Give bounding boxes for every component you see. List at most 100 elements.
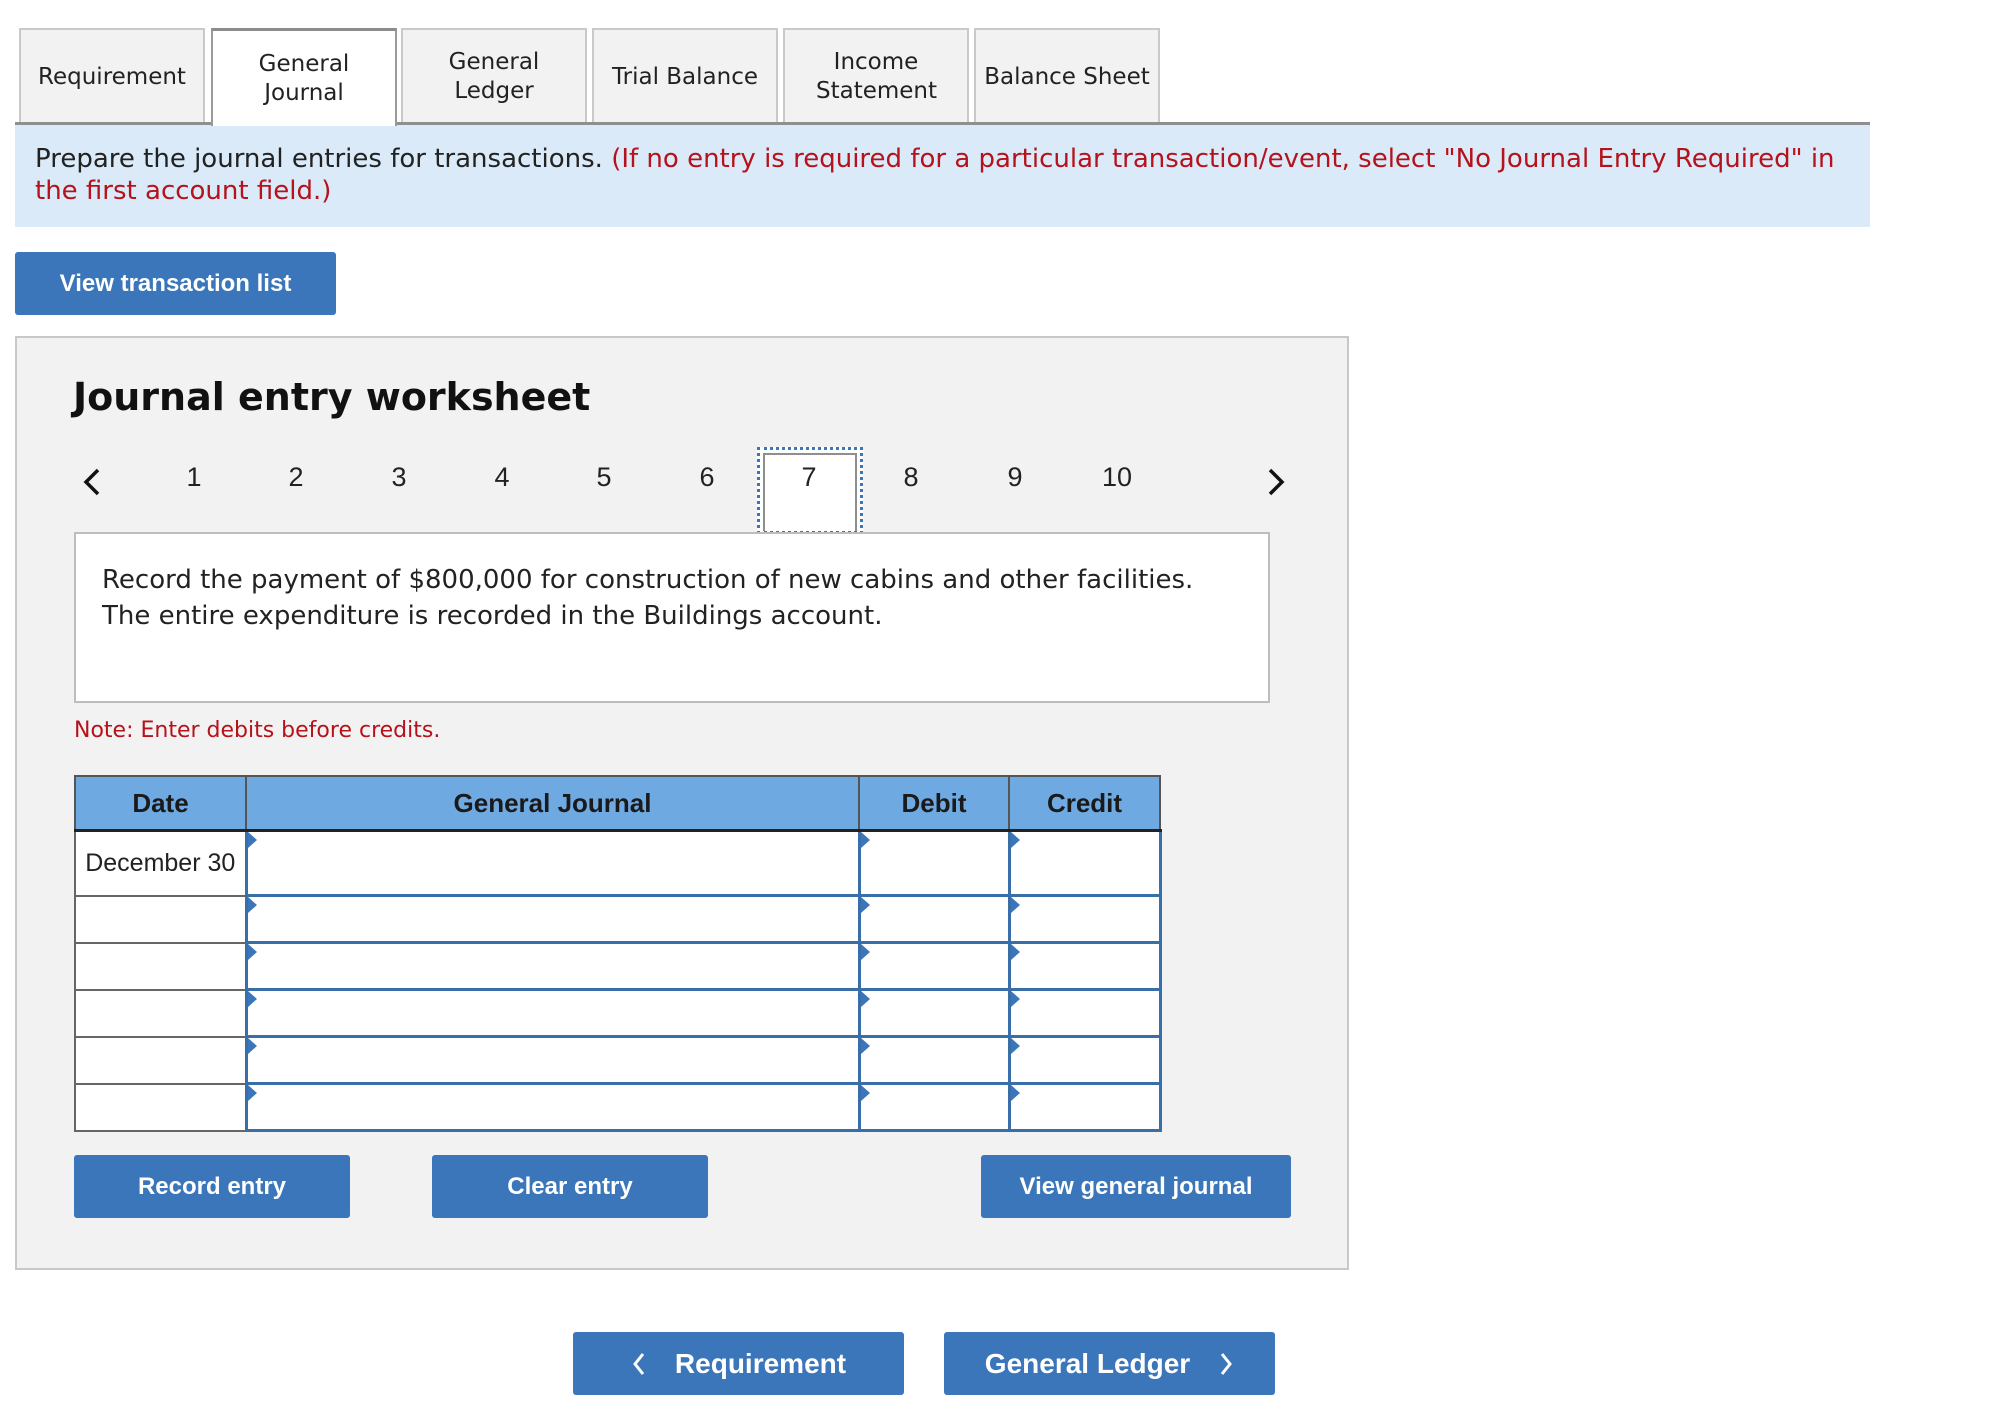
page-6[interactable]: 6 [687, 462, 727, 493]
credit-cell [1007, 988, 1162, 1038]
debit-input[interactable] [860, 1085, 1008, 1129]
view-general-journal-button[interactable]: View general journal [981, 1155, 1291, 1218]
debit-input[interactable] [860, 991, 1008, 1035]
credit-input[interactable] [1010, 832, 1159, 894]
date-cell [74, 941, 247, 991]
debit-input[interactable] [860, 832, 1008, 894]
tab-general-journal[interactable]: General Journal [211, 28, 397, 126]
table-row [74, 1035, 1162, 1085]
tab-trial-balance[interactable]: Trial Balance [592, 28, 778, 124]
table-header-row: Date General Journal Debit Credit [74, 775, 1161, 832]
view-transaction-list-button[interactable]: View transaction list [15, 252, 336, 315]
debit-cell [857, 1082, 1011, 1132]
instructions-banner: Prepare the journal entries for transact… [15, 125, 1870, 227]
record-entry-button[interactable]: Record entry [74, 1155, 350, 1218]
chevron-right-icon[interactable] [1260, 462, 1290, 502]
header-date: Date [74, 775, 247, 832]
account-input[interactable] [247, 1085, 858, 1129]
tab-label: Income Statement [816, 49, 938, 104]
date-cell [74, 988, 247, 1038]
tab-requirement[interactable]: Requirement [19, 28, 205, 124]
date-cell [74, 1035, 247, 1085]
credit-input[interactable] [1010, 1085, 1159, 1129]
date-cell [74, 1082, 247, 1132]
clear-entry-button[interactable]: Clear entry [432, 1155, 708, 1218]
page-9[interactable]: 9 [995, 462, 1035, 493]
dropdown-marker-icon [1010, 897, 1020, 913]
page-3[interactable]: 3 [379, 462, 419, 493]
account-input[interactable] [247, 991, 858, 1035]
debit-cell [857, 1035, 1011, 1085]
next-button-label: General Ledger [984, 1347, 1191, 1379]
header-general-journal: General Journal [245, 775, 860, 832]
debit-input[interactable] [860, 944, 1008, 988]
header-debit: Debit [858, 775, 1010, 832]
credit-cell [1007, 1035, 1162, 1085]
journal-entry-table: Date General Journal Debit Credit Decemb… [74, 775, 1162, 1132]
table-row [74, 988, 1162, 1038]
page-8[interactable]: 8 [891, 462, 931, 493]
tab-label: Requirement [38, 63, 186, 90]
debit-cell [857, 941, 1011, 991]
tab-label: Trial Balance [611, 63, 759, 90]
dropdown-marker-icon [860, 991, 870, 1007]
dropdown-marker-icon [247, 944, 257, 960]
dropdown-marker-icon [247, 991, 257, 1007]
dropdown-marker-icon [247, 897, 257, 913]
credit-input[interactable] [1010, 897, 1159, 941]
credit-input[interactable] [1010, 1038, 1159, 1082]
page-5[interactable]: 5 [584, 462, 624, 493]
date-cell: December 30 [74, 829, 247, 897]
debit-cell [857, 894, 1011, 944]
account-cell [244, 941, 861, 991]
chevron-left-icon [631, 1351, 647, 1377]
credit-cell [1007, 829, 1162, 897]
dropdown-marker-icon [247, 832, 257, 848]
page-4[interactable]: 4 [482, 462, 522, 493]
account-cell [244, 1082, 861, 1132]
dropdown-marker-icon [1010, 1038, 1020, 1054]
dropdown-marker-icon [860, 897, 870, 913]
chevron-left-icon[interactable] [78, 462, 108, 502]
dropdown-marker-icon [860, 944, 870, 960]
dropdown-marker-icon [1010, 1085, 1020, 1101]
credit-input[interactable] [1010, 991, 1159, 1035]
account-input[interactable] [247, 1038, 858, 1082]
table-row: December 30 [74, 829, 1162, 897]
dropdown-marker-icon [1010, 991, 1020, 1007]
debit-input[interactable] [860, 897, 1008, 941]
transaction-description: Record the payment of $800,000 for const… [74, 532, 1270, 703]
tab-general-ledger[interactable]: General Ledger [401, 28, 587, 124]
instructions-main: Prepare the journal entries for transact… [35, 144, 603, 174]
dropdown-marker-icon [860, 1038, 870, 1054]
credit-input[interactable] [1010, 944, 1159, 988]
account-cell [244, 829, 861, 897]
page-2[interactable]: 2 [276, 462, 316, 493]
table-row [74, 941, 1162, 991]
dropdown-marker-icon [860, 1085, 870, 1101]
tab-balance-sheet[interactable]: Balance Sheet [974, 28, 1160, 124]
prev-requirement-button[interactable]: Requirement [573, 1332, 904, 1395]
tab-income-statement[interactable]: Income Statement [783, 28, 969, 124]
credit-cell [1007, 1082, 1162, 1132]
tab-label: General Journal [258, 50, 350, 106]
debits-note: Note: Enter debits before credits. [74, 718, 441, 743]
account-input[interactable] [247, 832, 858, 894]
date-cell [74, 894, 247, 944]
next-general-ledger-button[interactable]: General Ledger [944, 1332, 1275, 1395]
worksheet-title: Journal entry worksheet [73, 375, 591, 419]
account-cell [244, 988, 861, 1038]
debit-cell [857, 829, 1011, 897]
page-7-active[interactable]: 7 [789, 462, 829, 493]
page-10[interactable]: 10 [1097, 462, 1137, 493]
table-row [74, 1082, 1162, 1132]
chevron-right-icon [1218, 1351, 1234, 1377]
account-cell [244, 894, 861, 944]
credit-cell [1007, 894, 1162, 944]
account-input[interactable] [247, 944, 858, 988]
debit-cell [857, 988, 1011, 1038]
debit-input[interactable] [860, 1038, 1008, 1082]
account-input[interactable] [247, 897, 858, 941]
table-row [74, 894, 1162, 944]
page-1[interactable]: 1 [174, 462, 214, 493]
